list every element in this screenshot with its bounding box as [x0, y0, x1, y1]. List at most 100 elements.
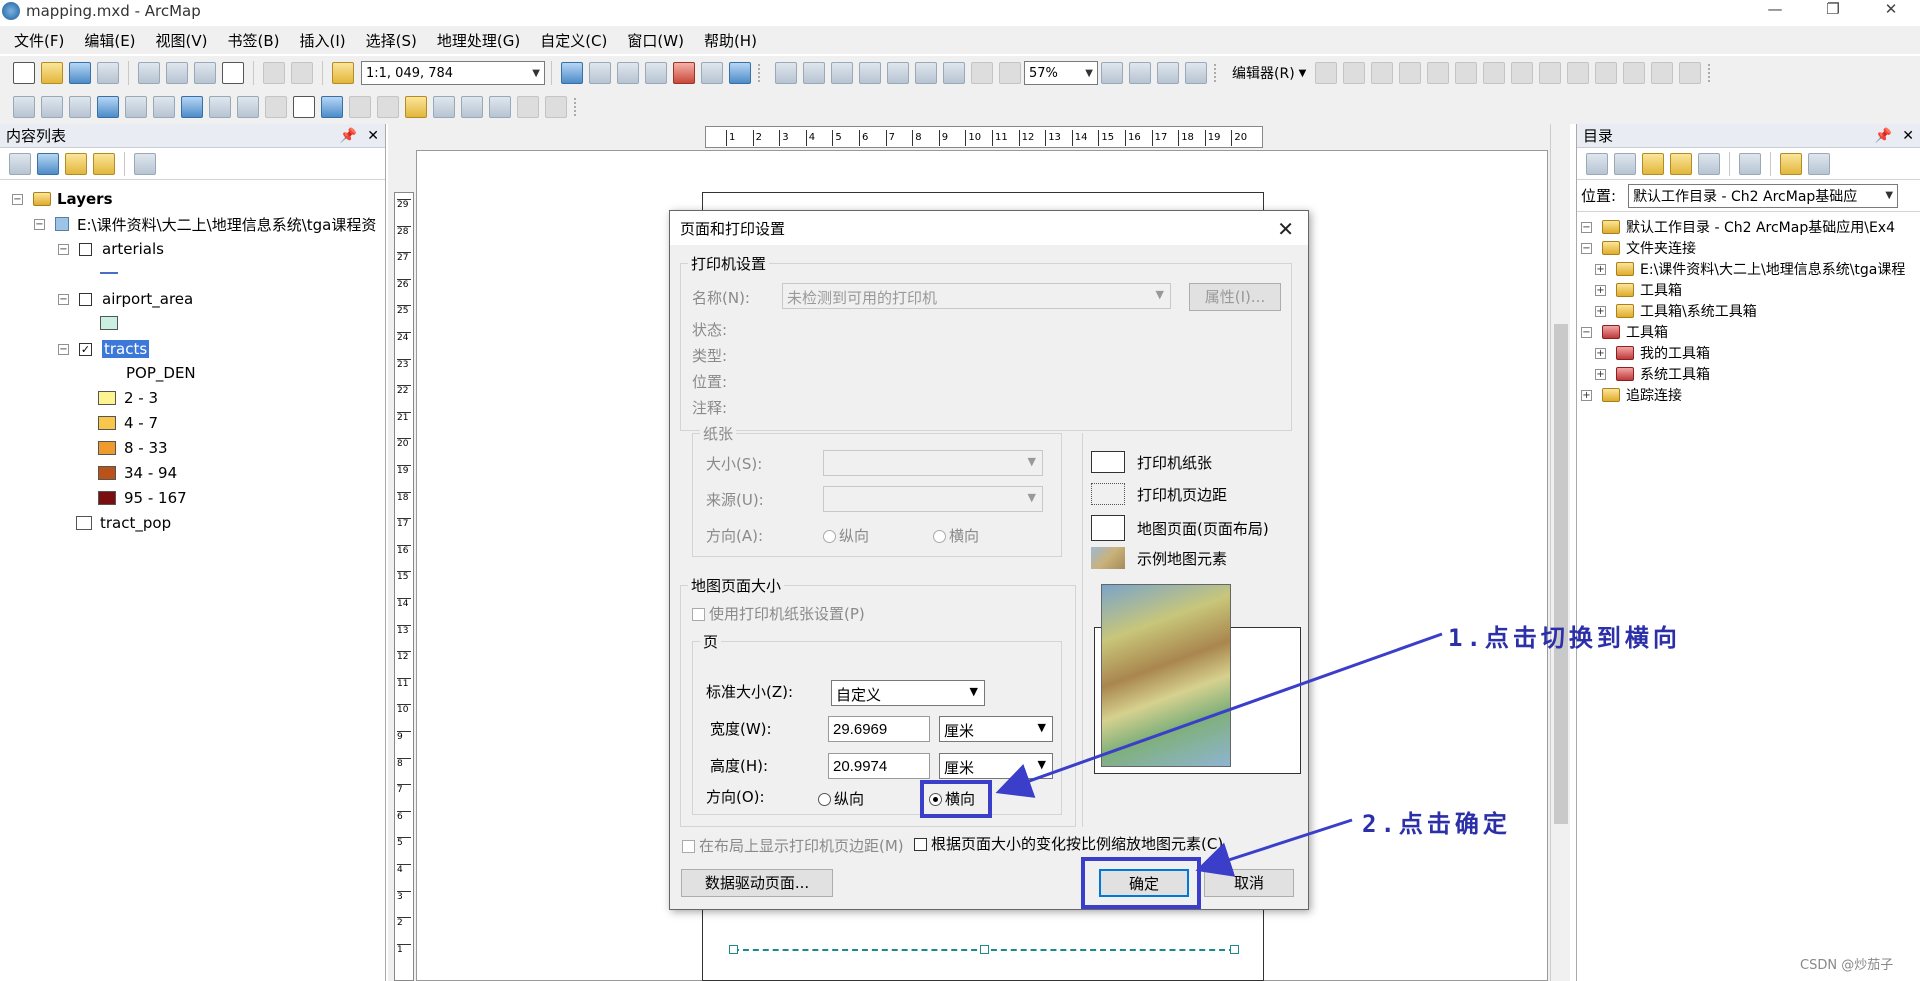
close-icon[interactable]: ✕ — [367, 128, 379, 144]
expand-icon[interactable]: + — [1595, 368, 1606, 380]
go-forward-icon[interactable] — [209, 96, 231, 118]
edit-vertices-icon[interactable] — [1483, 62, 1506, 84]
find-route-icon[interactable] — [461, 96, 483, 118]
fixed-zoom-out-icon[interactable] — [943, 62, 965, 84]
delete-icon[interactable] — [222, 62, 244, 84]
menu-selection[interactable]: 选择(S) — [366, 30, 417, 51]
zoom-whole-page-icon[interactable] — [859, 62, 881, 84]
views-icon[interactable] — [1739, 152, 1761, 175]
zoom-100-icon[interactable] — [887, 62, 909, 84]
copy-icon[interactable] — [166, 62, 188, 84]
collapse-icon[interactable]: − — [58, 343, 69, 355]
catalog-item[interactable]: + 追踪连接 — [1581, 384, 1682, 406]
airport-symbol[interactable] — [100, 312, 126, 334]
radio-icon[interactable] — [818, 793, 831, 806]
class-row[interactable]: 4 - 7 — [98, 412, 158, 434]
layout-pan-icon[interactable] — [831, 62, 853, 84]
menu-view[interactable]: 视图(V) — [156, 30, 208, 51]
data-driven-pages-button[interactable]: 数据驱动页面... — [681, 869, 833, 897]
height-input[interactable] — [828, 753, 930, 779]
data-driven-pages-icon[interactable] — [1185, 62, 1207, 84]
collapse-icon[interactable]: − — [12, 193, 23, 205]
catalog-item[interactable]: + 系统工具箱 — [1595, 363, 1710, 385]
pin-icon[interactable]: 📌 — [1875, 128, 1892, 144]
collapse-icon[interactable]: − — [58, 243, 69, 255]
menu-windows[interactable]: 窗口(W) — [627, 30, 684, 51]
expand-icon[interactable]: + — [1595, 284, 1606, 296]
measure-icon[interactable] — [405, 96, 427, 118]
layer-visibility-checkbox[interactable] — [79, 292, 92, 306]
trace-icon[interactable] — [1427, 62, 1450, 84]
forward-icon[interactable] — [1614, 152, 1636, 175]
expand-icon[interactable]: + — [1595, 305, 1606, 317]
menu-insert[interactable]: 插入(I) — [300, 30, 346, 51]
straight-segment-icon[interactable] — [1371, 62, 1394, 84]
toolbar-grip[interactable] — [1708, 64, 1718, 82]
go-to-xy-icon[interactable] — [489, 96, 511, 118]
layer-visibility-checkbox[interactable] — [79, 242, 92, 256]
tree-row-layers[interactable]: − Layers — [12, 188, 113, 210]
toggle-contents-icon[interactable] — [1808, 152, 1830, 175]
end-point-arc-icon[interactable] — [1399, 62, 1422, 84]
width-unit-select[interactable]: 厘米 ▼ — [939, 716, 1053, 742]
change-layout-icon[interactable] — [1157, 62, 1179, 84]
toc-options-icon[interactable] — [134, 152, 156, 175]
fixed-zoom-out-map-icon[interactable] — [153, 96, 175, 118]
home-folder-icon[interactable] — [1670, 152, 1692, 175]
catalog-item[interactable]: + 工具箱\系统工具箱 — [1595, 300, 1757, 322]
catalog-item[interactable]: − 文件夹连接 — [1581, 237, 1696, 259]
collapse-icon[interactable]: − — [34, 218, 45, 230]
pin-icon[interactable]: 📌 — [340, 128, 357, 144]
arterials-symbol[interactable] — [100, 262, 118, 284]
list-by-source-icon[interactable] — [37, 152, 59, 175]
find-icon[interactable] — [433, 96, 455, 118]
search-window-icon[interactable] — [645, 62, 667, 84]
toggle-draft-icon[interactable] — [1101, 62, 1123, 84]
focus-data-frame-icon[interactable] — [1129, 62, 1151, 84]
table-of-contents-icon[interactable] — [589, 62, 611, 84]
new-document-icon[interactable] — [13, 62, 35, 84]
collapse-icon[interactable]: − — [1581, 326, 1592, 338]
scale-elements-checkbox[interactable]: 根据页面大小的变化按比例缩放地图元素(C) — [914, 833, 1223, 854]
expand-icon[interactable]: + — [1595, 263, 1606, 275]
tree-row-arterials[interactable]: − arterials — [58, 238, 164, 260]
tree-row-airport-area[interactable]: − airport_area — [58, 288, 193, 310]
scrollbar-thumb[interactable] — [1554, 324, 1568, 824]
create-features-icon[interactable] — [1679, 62, 1702, 84]
menu-bookmarks[interactable]: 书签(B) — [228, 30, 280, 51]
zoom-in-icon[interactable] — [13, 96, 35, 118]
cancel-button[interactable]: 取消 — [1204, 869, 1294, 897]
selection-handle[interactable] — [1230, 945, 1239, 954]
catalog-item[interactable]: − 工具箱 — [1581, 321, 1668, 343]
cut-polygons-icon[interactable] — [1539, 62, 1562, 84]
model-builder-icon[interactable] — [729, 62, 751, 84]
selection-handle[interactable] — [980, 945, 989, 954]
edit-annotation-icon[interactable] — [1343, 62, 1366, 84]
catalog-item[interactable]: + 我的工具箱 — [1595, 342, 1710, 364]
layout-zoom-combo[interactable]: 57% ▼ — [1024, 61, 1098, 85]
edit-tool-icon[interactable] — [1315, 62, 1338, 84]
minimize-button[interactable]: — — [1746, 0, 1804, 18]
pan-icon[interactable] — [69, 96, 91, 118]
menu-geoprocessing[interactable]: 地理处理(G) — [437, 30, 520, 51]
create-viewer-icon[interactable] — [545, 96, 567, 118]
python-window-icon[interactable] — [701, 62, 723, 84]
select-elements-icon[interactable] — [293, 96, 315, 118]
layout-vertical-scrollbar[interactable] — [1550, 124, 1570, 981]
expand-icon[interactable]: + — [1595, 347, 1606, 359]
selection-handle[interactable] — [729, 945, 738, 954]
go-back-icon[interactable] — [181, 96, 203, 118]
layout-zoom-out-icon[interactable] — [803, 62, 825, 84]
standard-size-select[interactable]: 自定义 ▼ — [831, 680, 985, 706]
hyperlink-icon[interactable] — [349, 96, 371, 118]
list-by-visibility-icon[interactable] — [65, 152, 87, 175]
attributes-icon[interactable] — [1623, 62, 1646, 84]
reshape-icon[interactable] — [1511, 62, 1534, 84]
paste-icon[interactable] — [194, 62, 216, 84]
menu-edit[interactable]: 编辑(E) — [84, 30, 135, 51]
catalog-window-icon[interactable] — [617, 62, 639, 84]
tree-row-table[interactable]: tract_pop — [76, 512, 171, 534]
add-data-icon[interactable] — [332, 62, 354, 84]
portrait-radio[interactable]: 纵向 — [818, 788, 864, 809]
editor-menu[interactable]: 编辑器(R) — [1232, 63, 1295, 83]
